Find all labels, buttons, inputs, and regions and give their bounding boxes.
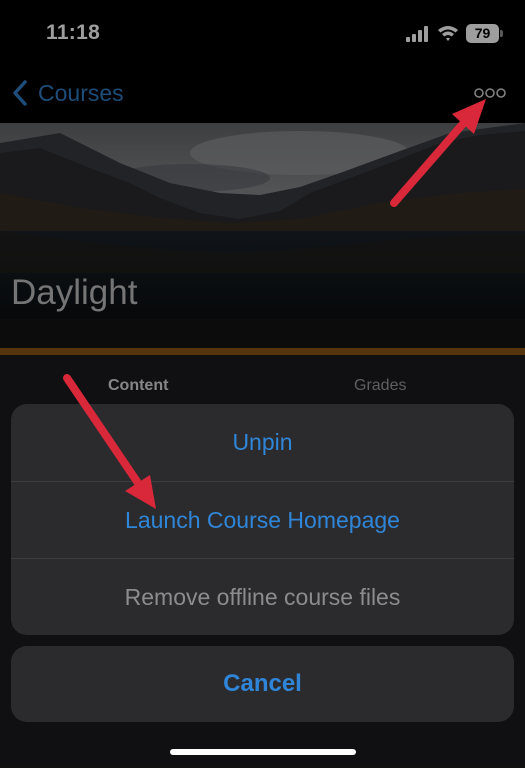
unpin-button[interactable]: Unpin	[11, 404, 514, 481]
remove-offline-files-button[interactable]: Remove offline course files	[11, 558, 514, 635]
cancel-button[interactable]: Cancel	[11, 646, 514, 722]
launch-course-homepage-button[interactable]: Launch Course Homepage	[11, 481, 514, 558]
action-sheet: Unpin Launch Course Homepage Remove offl…	[11, 404, 514, 635]
home-indicator	[170, 749, 356, 755]
